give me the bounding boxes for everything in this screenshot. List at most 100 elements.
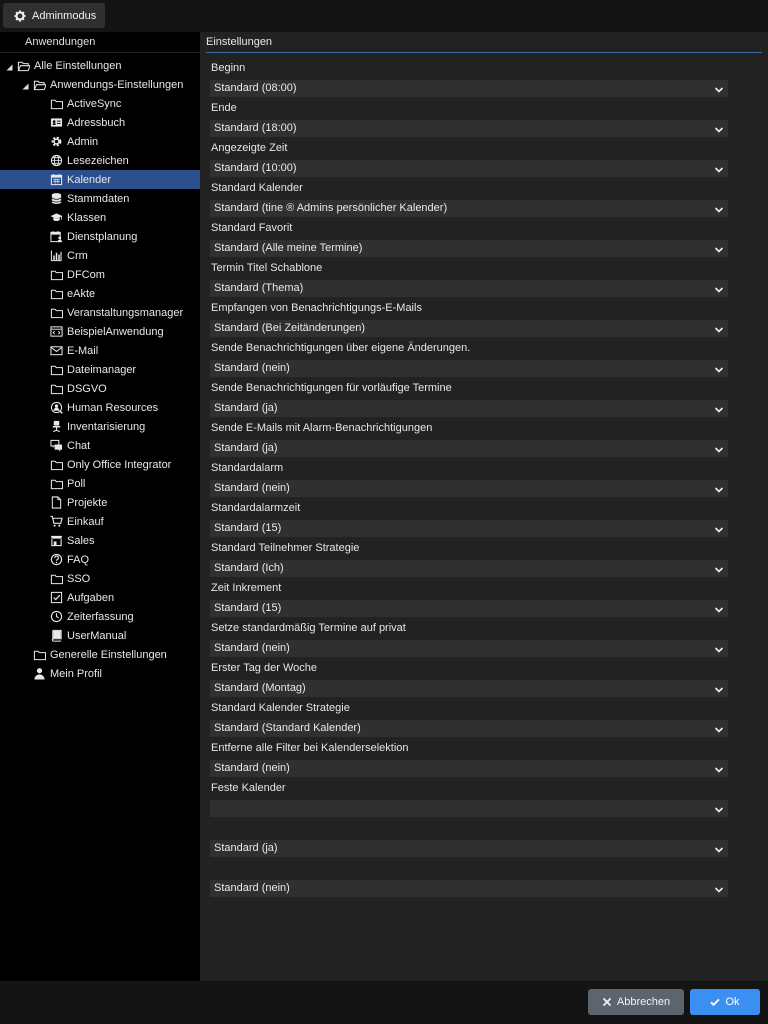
sidebar-item-label: E-Mail: [67, 344, 99, 357]
field-label: Standard Favorit: [211, 222, 293, 234]
setting-select[interactable]: Standard (Standard Kalender): [210, 720, 728, 737]
folder-icon: [50, 382, 63, 395]
sidebar-item-eakte[interactable]: eAkte: [0, 284, 200, 303]
chevron-down-icon: [714, 244, 724, 254]
setting-select-value: Standard (10:00): [214, 162, 297, 174]
sidebar-item-usermanual[interactable]: UserManual: [0, 626, 200, 645]
contact-card-icon: [50, 116, 63, 129]
sidebar-item-label: Dateimanager: [67, 363, 137, 376]
sidebar-item-chat[interactable]: Chat: [0, 436, 200, 455]
shopping-cart-icon: [50, 515, 63, 528]
setting-select-value: Standard (ja): [214, 402, 278, 414]
sidebar-item-beispielanwendung[interactable]: BeispielAnwendung: [0, 322, 200, 341]
setting-select[interactable]: Standard (ja): [210, 840, 728, 857]
sidebar-item-einkauf[interactable]: Einkauf: [0, 512, 200, 531]
setting-select-value: Standard (ja): [214, 842, 278, 854]
setting-select-value: Standard (nein): [214, 362, 290, 374]
sidebar-item-label: DSGVO: [67, 382, 107, 395]
setting-select[interactable]: Standard (10:00): [210, 160, 728, 177]
sidebar-item-anwendungs-einstellungen[interactable]: Anwendungs-Einstellungen: [0, 75, 200, 94]
sidebar-item-dfcom[interactable]: DFCom: [0, 265, 200, 284]
sidebar-item-activesync[interactable]: ActiveSync: [0, 94, 200, 113]
office-chair-icon: [50, 420, 63, 433]
sidebar-item-mein-profil[interactable]: Mein Profil: [0, 664, 211, 683]
settings-header: Einstellungen: [206, 32, 762, 53]
setting-select-value: Standard (18:00): [214, 122, 297, 134]
sidebar-item-inventarisierung[interactable]: Inventarisierung: [0, 417, 200, 436]
setting-select-value: Standard (08:00): [214, 82, 297, 94]
expanded-arrow-icon[interactable]: [22, 81, 29, 90]
envelope-icon: [50, 344, 63, 357]
admin-mode-button[interactable]: Adminmodus: [3, 3, 106, 28]
setting-select[interactable]: Standard (ja): [210, 440, 728, 457]
field-label: Ende: [211, 102, 237, 114]
setting-select[interactable]: Standard (Alle meine Termine): [210, 240, 728, 257]
top-toolbar: Adminmodus: [0, 0, 768, 32]
setting-select[interactable]: Standard (nein): [210, 640, 728, 657]
sidebar-item-crm[interactable]: Crm: [0, 246, 200, 265]
sidebar-item-label: ActiveSync: [67, 97, 122, 110]
user-icon: [33, 667, 46, 680]
sidebar-item-dsgvo[interactable]: DSGVO: [0, 379, 200, 398]
chevron-down-icon: [714, 284, 724, 294]
sidebar-item-dateimanager[interactable]: Dateimanager: [0, 360, 200, 379]
sidebar-item-e-mail[interactable]: E-Mail: [0, 341, 200, 360]
folder-icon: [50, 458, 63, 471]
setting-select[interactable]: Standard (15): [210, 520, 728, 537]
field-label: Sende Benachrichtigungen für vorläufige …: [211, 382, 452, 394]
sidebar-item-veranstaltungsmanager[interactable]: Veranstaltungsmanager: [0, 303, 200, 322]
field-label: Standardalarm: [211, 462, 284, 474]
sidebar-item-aufgaben[interactable]: Aufgaben: [0, 588, 200, 607]
sidebar-item-klassen[interactable]: Klassen: [0, 208, 200, 227]
sidebar-item-label: Veranstaltungsmanager: [67, 306, 184, 319]
setting-select[interactable]: Standard (Ich): [210, 560, 728, 577]
setting-select[interactable]: [210, 800, 728, 817]
gear-icon: [14, 9, 26, 22]
sidebar-item-label: UserManual: [67, 629, 127, 642]
sidebar-item-human-resources[interactable]: Human Resources: [0, 398, 200, 417]
chevron-down-icon: [714, 444, 724, 454]
setting-select[interactable]: Standard (Thema): [210, 280, 728, 297]
setting-select[interactable]: Standard (nein): [210, 480, 728, 497]
setting-select[interactable]: Standard (nein): [210, 760, 728, 777]
sidebar-item-only-office-integrator[interactable]: Only Office Integrator: [0, 455, 200, 474]
sidebar-item-alle-einstellungen[interactable]: Alle Einstellungen: [0, 56, 200, 75]
sidebar-item-label: Klassen: [67, 211, 107, 224]
sidebar-item-dienstplanung[interactable]: Dienstplanung: [0, 227, 200, 246]
sidebar-item-poll[interactable]: Poll: [0, 474, 200, 493]
sidebar-item-adressbuch[interactable]: Adressbuch: [0, 113, 200, 132]
sidebar-item-sales[interactable]: Sales: [0, 531, 200, 550]
sidebar-item-admin[interactable]: Admin: [0, 132, 200, 151]
sidebar-item-lesezeichen[interactable]: Lesezeichen: [0, 151, 200, 170]
cancel-button[interactable]: Abbrechen: [588, 989, 684, 1015]
field-label: Sende Benachrichtigungen über eigene Änd…: [211, 342, 471, 354]
setting-select-value: Standard (Alle meine Termine): [214, 242, 363, 254]
ok-button[interactable]: Ok: [690, 989, 760, 1015]
setting-select[interactable]: Standard (tine ® Admins persönlicher Kal…: [210, 200, 728, 217]
setting-select[interactable]: Standard (Montag): [210, 680, 728, 697]
setting-select[interactable]: Standard (ja): [210, 400, 728, 417]
sidebar-item-sso[interactable]: SSO: [0, 569, 200, 588]
sidebar-item-label: Poll: [67, 477, 86, 490]
setting-select[interactable]: Standard (nein): [210, 360, 728, 377]
setting-select[interactable]: Standard (Bei Zeitänderungen): [210, 320, 728, 337]
field-label: Termin Titel Schablone: [211, 262, 323, 274]
setting-select[interactable]: Standard (18:00): [210, 120, 728, 137]
setting-select[interactable]: Standard (15): [210, 600, 728, 617]
sidebar-item-generelle-einstellungen[interactable]: Generelle Einstellungen: [0, 645, 211, 664]
check-icon: [710, 998, 721, 1007]
chevron-down-icon: [714, 404, 724, 414]
setting-select[interactable]: Standard (08:00): [210, 80, 728, 97]
sidebar-item-stammdaten[interactable]: Stammdaten: [0, 189, 200, 208]
folder-icon: [50, 363, 63, 376]
sidebar-item-zeiterfassung[interactable]: Zeiterfassung: [0, 607, 200, 626]
field-label: Standard Teilnehmer Strategie: [211, 542, 360, 554]
clock-icon: [50, 610, 63, 623]
cancel-label: Abbrechen: [616, 996, 671, 1008]
sidebar-item-projekte[interactable]: Projekte: [0, 493, 200, 512]
sidebar-item-kalender[interactable]: Kalender: [0, 170, 200, 189]
sidebar-item-faq[interactable]: FAQ: [0, 550, 200, 569]
chevron-down-icon: [714, 804, 724, 814]
expanded-arrow-icon[interactable]: [6, 62, 13, 71]
setting-select[interactable]: Standard (nein): [210, 880, 728, 897]
